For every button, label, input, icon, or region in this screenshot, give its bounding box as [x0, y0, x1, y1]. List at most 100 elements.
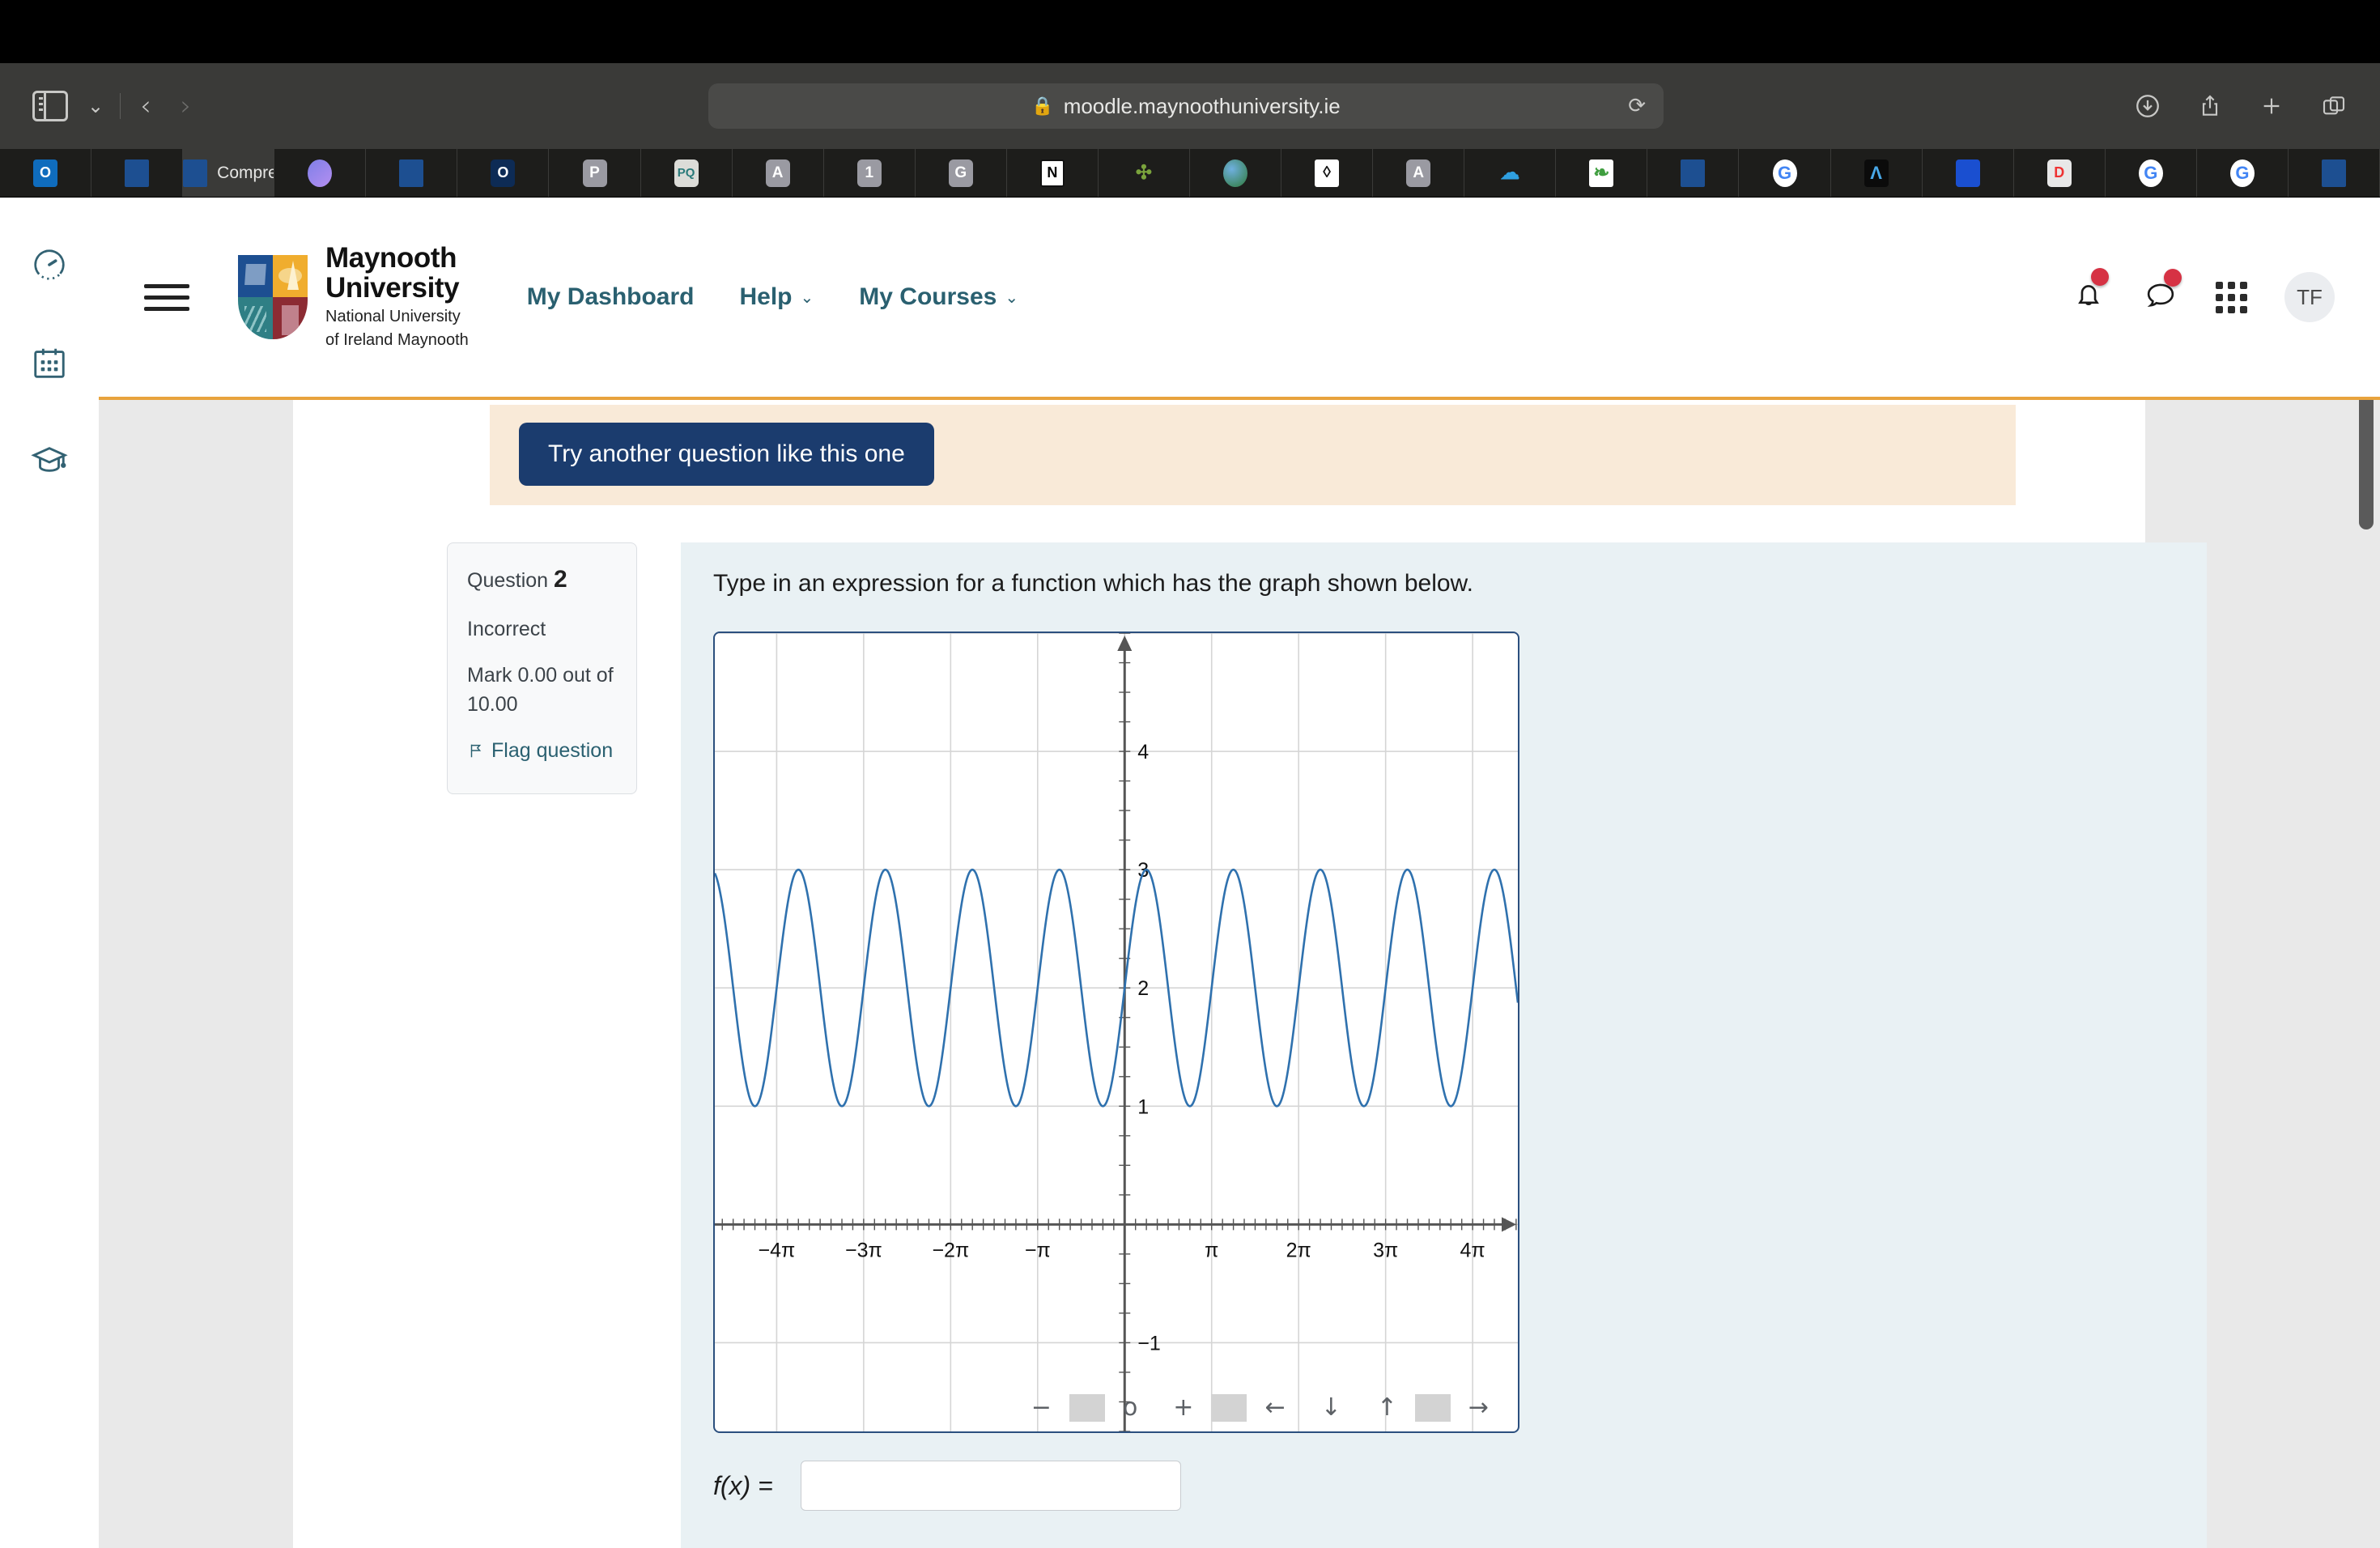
bell-icon[interactable]	[2072, 267, 2109, 317]
answer-input[interactable]	[800, 1461, 1181, 1511]
maynooth-logo[interactable]: Maynooth University National University …	[238, 243, 469, 351]
browser-tab[interactable]: PQ	[641, 149, 733, 197]
google-icon: G	[1772, 159, 1797, 187]
maynooth-shield-icon	[2321, 159, 2346, 187]
browser-tab[interactable]: G	[2197, 149, 2289, 197]
pan-up-icon[interactable]: ↑	[1359, 1393, 1415, 1423]
pan-down-icon[interactable]: ↓	[1303, 1393, 1359, 1423]
number-one-icon: 1	[856, 159, 882, 187]
graduation-cap-icon[interactable]	[30, 442, 69, 483]
back-arrow-icon[interactable]: ‹	[125, 92, 166, 120]
reset-zoom-icon[interactable]: o	[1105, 1393, 1155, 1423]
letter-g-icon: G	[948, 159, 973, 187]
share-icon[interactable]	[2197, 92, 2223, 120]
flag-question-link[interactable]: Flag question	[467, 737, 617, 769]
browser-tab[interactable]: A	[733, 149, 824, 197]
browser-tab[interactable]: Compre...	[183, 149, 275, 197]
zoom-in-icon[interactable]: +	[1155, 1393, 1211, 1423]
notion-icon: N	[1039, 159, 1065, 187]
browser-tab[interactable]: N	[1007, 149, 1099, 197]
question-number-line: Question 2	[467, 563, 617, 598]
svg-text:−1: −1	[1137, 1332, 1161, 1354]
browser-tab[interactable]: D	[2014, 149, 2106, 197]
toolbar-separator	[1211, 1394, 1247, 1422]
tab-overview-icon[interactable]	[2320, 93, 2348, 119]
browser-tab[interactable]	[366, 149, 458, 197]
flag-question-label: Flag question	[491, 739, 614, 763]
try-another-question-button[interactable]: Try another question like this one	[519, 423, 934, 486]
chat-bubble-icon[interactable]	[2143, 268, 2182, 317]
browser-tab[interactable]	[274, 149, 367, 197]
url-text: moodle.maynoothuniversity.ie	[1063, 93, 1341, 118]
browser-tab[interactable]: G	[1739, 149, 1831, 197]
browser-tab[interactable]	[1923, 149, 2014, 197]
browser-tab[interactable]: P	[549, 149, 641, 197]
dashboard-gauge-icon[interactable]	[31, 246, 68, 287]
pan-right-icon[interactable]: →	[1451, 1393, 1507, 1423]
nav-item-my-dashboard[interactable]: My Dashboard	[527, 283, 695, 311]
browser-tab[interactable]: 1	[824, 149, 916, 197]
sidebar-toggle-icon[interactable]	[32, 91, 68, 121]
google-icon: G	[2229, 159, 2255, 187]
browser-tab[interactable]: ◊	[1281, 149, 1374, 197]
browser-tab[interactable]: ☁	[1464, 149, 1557, 197]
reload-icon[interactable]: ⟳	[1628, 94, 1646, 118]
browser-tab[interactable]: O	[0, 149, 92, 197]
browser-tab[interactable]: ✣	[1099, 149, 1191, 197]
notification-badge	[2091, 267, 2109, 286]
logo-subtitle-line1: National University	[325, 308, 461, 325]
address-bar[interactable]: 🔒 moodle.maynoothuniversity.ie ⟳	[708, 83, 1664, 129]
svg-text:−π: −π	[1025, 1239, 1051, 1261]
function-graph[interactable]: −4π −3π −2π −π π 2π 3π 4π 4 3 2 1 −1 − o + ← ↓ ↑ →	[713, 632, 1519, 1433]
shamrock-icon: ✣	[1135, 162, 1153, 184]
calendar-icon[interactable]	[31, 344, 68, 385]
svg-text:4: 4	[1137, 741, 1149, 763]
maynooth-shield-icon	[238, 255, 308, 339]
lock-icon: 🔒	[1031, 96, 1054, 116]
browser-tab[interactable]	[2289, 149, 2380, 197]
grid-apps-icon[interactable]	[2216, 281, 2247, 313]
browser-tab[interactable]	[91, 149, 184, 197]
globe-icon	[1223, 159, 1248, 187]
browser-tab[interactable]: G	[916, 149, 1007, 197]
nav-item-label: Help	[739, 283, 793, 310]
svg-text:−3π: −3π	[845, 1239, 882, 1261]
browser-tab[interactable]: O	[457, 149, 550, 197]
browser-tab-title: Compre...	[217, 163, 274, 182]
maynooth-shield-icon	[1681, 159, 1706, 187]
browser-tab[interactable]	[1647, 149, 1740, 197]
browser-tab[interactable]	[1190, 149, 1282, 197]
quiz-body: Try another question like this one Quest…	[99, 400, 2380, 1548]
download-icon[interactable]	[2134, 92, 2161, 120]
pan-left-icon[interactable]: ←	[1247, 1393, 1303, 1423]
svg-text:−4π: −4π	[759, 1239, 796, 1261]
svg-text:2: 2	[1137, 977, 1149, 1000]
question-prompt: Type in an expression for a function whi…	[713, 570, 1473, 597]
avatar[interactable]: TF	[2284, 272, 2335, 322]
browser-viewport: ‹ Maynooth University National Universit…	[99, 198, 2380, 1548]
forward-arrow-icon[interactable]: ›	[166, 92, 206, 120]
nav-item-help[interactable]: Help ⌄	[740, 283, 814, 311]
chevron-down-icon: ⌄	[800, 288, 814, 307]
try-another-banner: Try another question like this one	[490, 405, 2016, 505]
nav-item-label: My Courses	[859, 283, 997, 310]
svg-text:−2π: −2π	[932, 1239, 969, 1261]
outlook-icon: O	[33, 159, 58, 187]
browser-tab[interactable]: A	[1373, 149, 1465, 197]
letter-a-grey-icon: A	[1406, 159, 1431, 187]
browser-tab[interactable]: ❧	[1556, 149, 1648, 197]
plus-icon[interactable]	[2259, 93, 2284, 119]
maynooth-shield-icon	[125, 159, 150, 187]
site-header: Maynooth University National University …	[99, 198, 2380, 400]
browser-tab[interactable]: Λ	[1831, 149, 1923, 197]
zoom-out-icon[interactable]: −	[1014, 1393, 1069, 1423]
svg-text:π: π	[1205, 1239, 1218, 1261]
svg-text:1: 1	[1137, 1095, 1149, 1118]
hamburger-menu-icon[interactable]	[144, 283, 189, 311]
nav-item-my-courses[interactable]: My Courses ⌄	[859, 283, 1018, 311]
graph-controls-toolbar: − o + ← ↓ ↑ →	[1014, 1393, 1507, 1423]
browser-tab[interactable]: G	[2106, 149, 2197, 197]
chevron-down-icon[interactable]: ⌄	[76, 96, 115, 116]
svg-text:2π: 2π	[1286, 1239, 1311, 1261]
main-navigation: My Dashboard Help ⌄ My Courses ⌄	[527, 283, 1018, 311]
